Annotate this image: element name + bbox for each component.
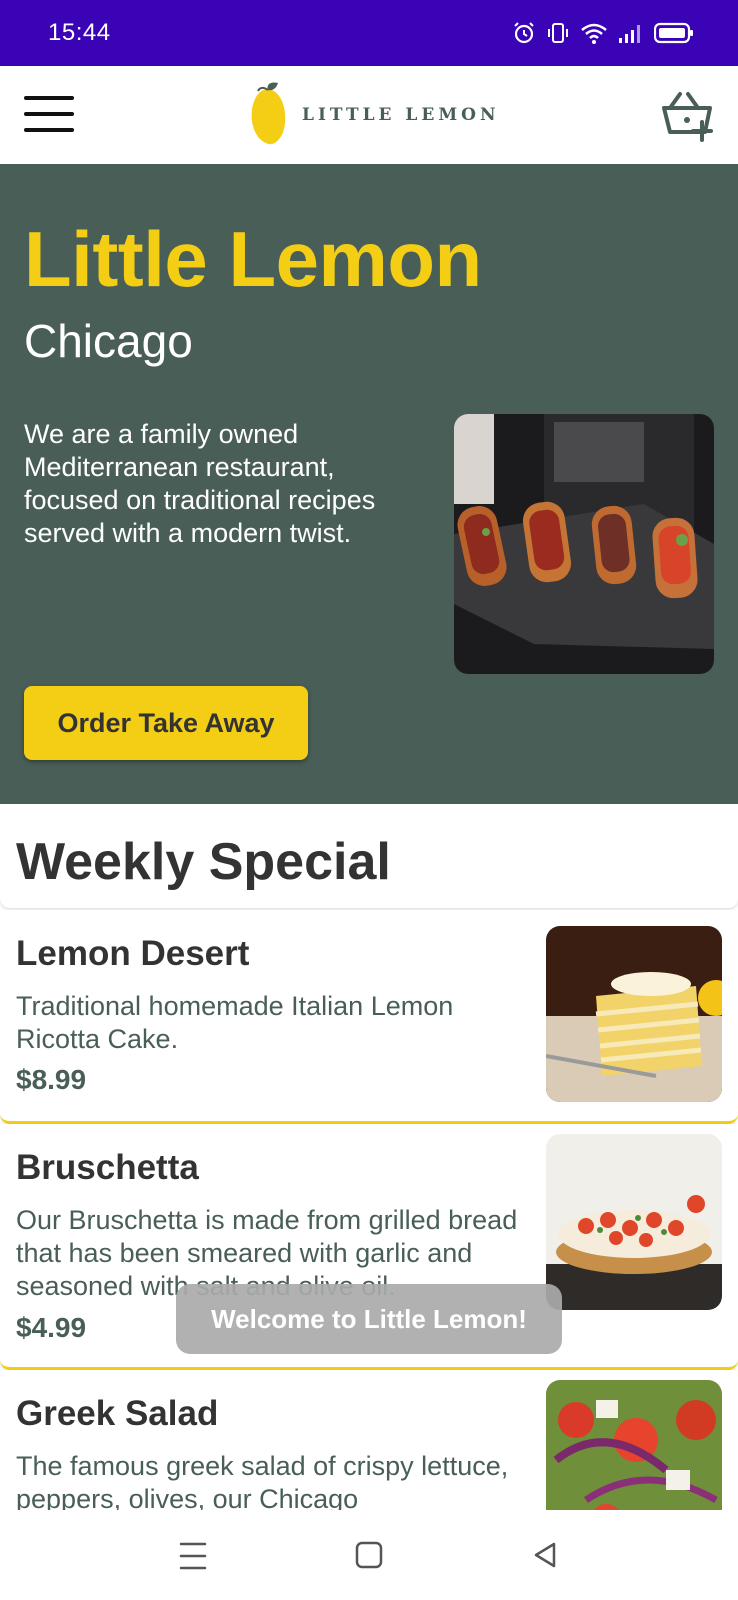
recent-apps-icon bbox=[179, 1542, 207, 1570]
home-button[interactable] bbox=[349, 1538, 389, 1574]
menu-icon-line bbox=[24, 112, 74, 116]
menu-item-name: Lemon Desert bbox=[16, 934, 250, 973]
menu-item-image bbox=[546, 1134, 722, 1310]
battery-icon bbox=[654, 22, 693, 44]
signal-icon bbox=[619, 25, 640, 43]
weekly-special-title: Weekly Special bbox=[16, 833, 391, 891]
menu-item[interactable]: Greek Salad The famous greek salad of cr… bbox=[0, 1370, 738, 1510]
menu-button[interactable] bbox=[24, 94, 74, 134]
menu-item-name: Greek Salad bbox=[16, 1394, 219, 1433]
vibrate-icon bbox=[548, 23, 568, 43]
menu-item-price: $8.99 bbox=[16, 1064, 87, 1095]
status-time: 15:44 bbox=[48, 19, 111, 46]
hero-title: Little Lemon bbox=[24, 215, 482, 303]
cart-add-icon bbox=[662, 92, 713, 142]
alarm-icon bbox=[514, 22, 534, 44]
lemon-logo-icon bbox=[251, 82, 286, 145]
navigation-bar bbox=[0, 1510, 738, 1600]
weekly-special-header: Weekly Special bbox=[0, 804, 738, 908]
menu-item-image bbox=[546, 926, 722, 1102]
logo-text: LITTLE LEMON bbox=[302, 105, 500, 125]
hero-description: We are a family owned Mediterranean rest… bbox=[24, 419, 376, 548]
toast-message: Welcome to Little Lemon! bbox=[176, 1284, 562, 1354]
status-icons bbox=[512, 18, 694, 48]
order-take-away-button[interactable]: Order Take Away bbox=[24, 686, 308, 760]
menu-item-name: Bruschetta bbox=[16, 1148, 199, 1187]
back-icon bbox=[534, 1542, 556, 1568]
hero-image bbox=[454, 414, 714, 674]
menu-item[interactable]: Lemon Desert Traditional homemade Italia… bbox=[0, 910, 738, 1124]
status-bar: 15:44 bbox=[0, 0, 738, 66]
recent-apps-button[interactable] bbox=[173, 1538, 213, 1574]
hero-subtitle: Chicago bbox=[24, 315, 193, 367]
cart-button[interactable] bbox=[660, 88, 716, 142]
home-icon bbox=[355, 1541, 383, 1569]
menu-icon-line bbox=[24, 128, 74, 132]
menu-item-description: Traditional homemade Italian Lemon Ricot… bbox=[16, 991, 454, 1054]
logo: LITTLE LEMON bbox=[248, 80, 500, 150]
app-header: LITTLE LEMON bbox=[0, 66, 738, 164]
back-button[interactable] bbox=[526, 1538, 566, 1574]
menu-icon bbox=[24, 96, 74, 100]
menu-list[interactable]: Lemon Desert Traditional homemade Italia… bbox=[0, 910, 738, 1510]
menu-item-image bbox=[546, 1380, 722, 1510]
hero-section: Little Lemon Chicago We are a family own… bbox=[0, 164, 738, 804]
wifi-icon bbox=[581, 23, 607, 44]
menu-item-description: The famous greek salad of crispy lettuce… bbox=[16, 1451, 509, 1510]
menu-item-price: $4.99 bbox=[16, 1312, 87, 1343]
